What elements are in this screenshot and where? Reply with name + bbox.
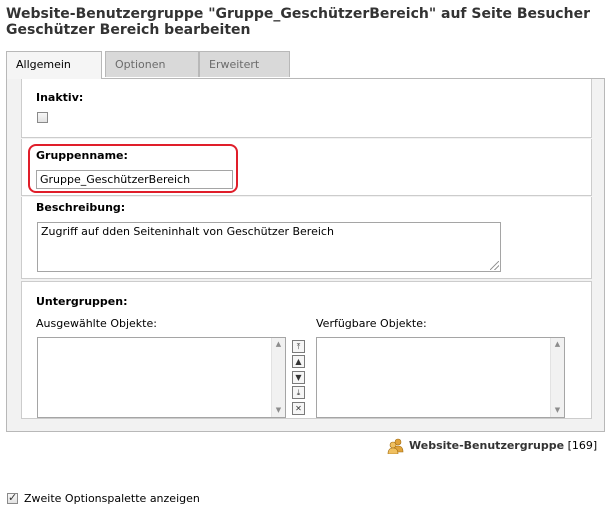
user-group-icon [387, 438, 404, 454]
second-palette-label[interactable]: Zweite Optionspalette anzeigen [24, 492, 200, 505]
page-title: Website-Benutzergruppe "Gruppe_Geschütze… [6, 6, 590, 38]
selected-objects-label: Ausgewählte Objekte: [36, 317, 157, 330]
move-up-icon[interactable]: ▲ [292, 355, 305, 368]
inaktiv-checkbox[interactable] [37, 112, 48, 123]
available-objects-label: Verfügbare Objekte: [316, 317, 427, 330]
record-type-label: Website-Benutzergruppe [409, 439, 565, 452]
tab-allgemein[interactable]: Allgemein [6, 51, 102, 79]
scroll-up-icon[interactable]: ▲ [551, 338, 564, 351]
inaktiv-label: Inaktiv: [36, 91, 84, 104]
move-to-bottom-icon[interactable]: ⤓ [292, 386, 305, 399]
scroll-down-icon[interactable]: ▼ [272, 404, 285, 417]
untergruppen-label: Untergruppen: [36, 295, 128, 308]
tab-optionen[interactable]: Optionen [105, 51, 199, 77]
scroll-up-icon[interactable]: ▲ [272, 338, 285, 351]
beschreibung-textarea[interactable]: Zugriff auf dden Seiteninhalt von Geschü… [37, 222, 501, 272]
scroll-down-icon[interactable]: ▼ [551, 404, 564, 417]
record-id: [169] [567, 439, 598, 452]
move-to-top-icon[interactable]: ⤒ [292, 340, 305, 353]
selected-objects-list[interactable]: ▲ ▼ [37, 337, 286, 418]
tab-erweitert[interactable]: Erweitert [199, 51, 290, 77]
available-list-scrollbar[interactable]: ▲ ▼ [550, 338, 564, 417]
available-objects-list[interactable]: ▲ ▼ [316, 337, 565, 418]
second-palette-checkbox[interactable] [7, 491, 18, 504]
highlight-annotation [28, 144, 238, 193]
remove-item-icon[interactable]: ✕ [292, 402, 305, 415]
section-inaktiv [21, 79, 592, 138]
move-down-icon[interactable]: ▼ [292, 371, 305, 384]
selected-list-scrollbar[interactable]: ▲ ▼ [271, 338, 285, 417]
resize-handle[interactable] [490, 261, 499, 270]
record-info: Website-Benutzergruppe [169] [409, 438, 597, 454]
beschreibung-text: Zugriff auf dden Seiteninhalt von Geschü… [41, 225, 334, 238]
beschreibung-label: Beschreibung: [36, 201, 126, 214]
